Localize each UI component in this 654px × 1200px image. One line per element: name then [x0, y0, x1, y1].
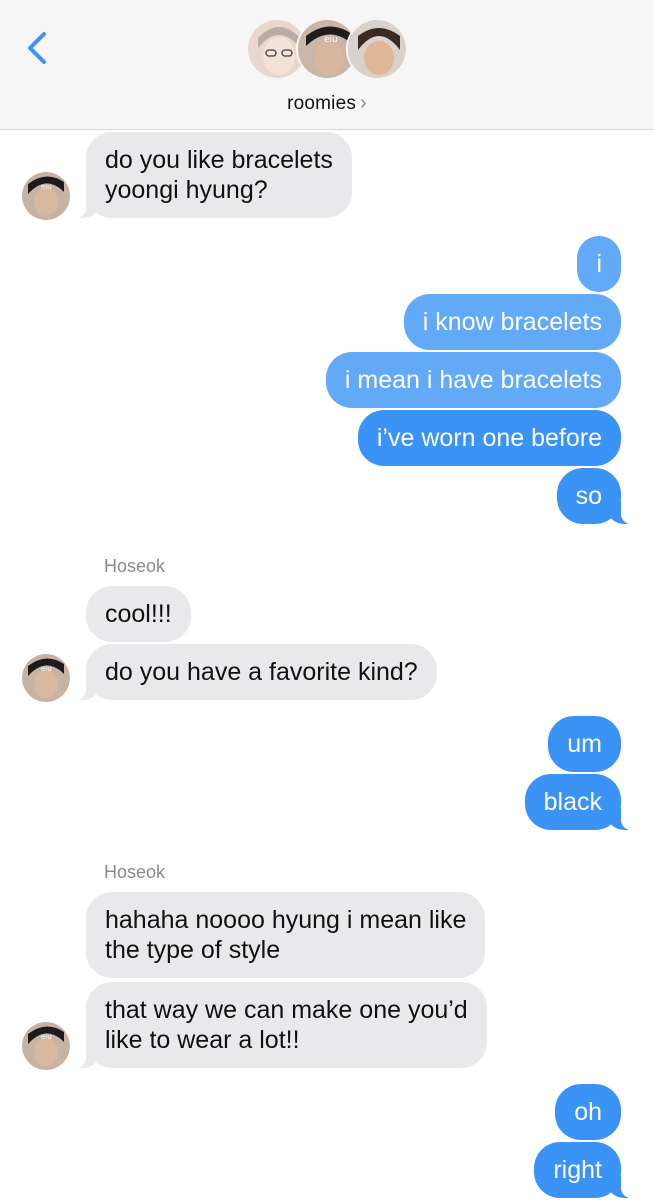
message-bubble-outgoing[interactable]: i mean i have bracelets [325, 352, 621, 408]
message-text: i [596, 250, 602, 278]
message-bubble-outgoing[interactable]: black [524, 774, 634, 830]
message-bubble-outgoing[interactable]: oh [555, 1084, 621, 1140]
group-name[interactable]: roomies › [0, 92, 654, 115]
message-text: so [575, 482, 602, 510]
message-bubble-incoming[interactable]: that way we can make one you’d like to w… [74, 982, 487, 1068]
message-text: i’ve worn one before [376, 424, 602, 452]
message-bubble-incoming[interactable]: do you like bracelets yoongi hyung? [74, 132, 352, 218]
svg-text:eiu: eiu [324, 35, 338, 45]
sender-name: Hoseok [104, 862, 166, 882]
contact-avatar[interactable]: eiu [22, 1022, 70, 1070]
message-bubble-outgoing[interactable]: so [556, 468, 634, 524]
message-bubble-incoming[interactable]: hahaha noooo hyung i mean like the type … [86, 892, 486, 978]
back-button[interactable] [22, 28, 54, 68]
message-text: cool!!! [105, 600, 172, 628]
svg-text:eiu: eiu [41, 665, 52, 673]
message-bubble-incoming[interactable]: do you have a favorite kind? [74, 644, 437, 700]
message-text: like to wear a lot!! [105, 1026, 300, 1054]
message-bubble-outgoing[interactable]: i [577, 236, 621, 292]
svg-text:eiu: eiu [41, 183, 52, 191]
message-bubble-outgoing[interactable]: um [548, 716, 621, 772]
avatar [346, 18, 408, 80]
message-bubble-outgoing[interactable]: i know bracelets [403, 294, 621, 350]
message-text: right [553, 1156, 602, 1184]
message-text: hahaha noooo hyung i mean like [105, 906, 467, 934]
message-text: the type of style [105, 936, 281, 964]
message-text: i mean i have bracelets [344, 366, 602, 394]
contact-avatar[interactable]: eiu [22, 654, 70, 702]
message-text: i know bracelets [422, 308, 602, 336]
message-text: yoongi hyung? [105, 176, 268, 204]
group-avatars[interactable]: eiu [246, 18, 408, 84]
chevron-left-icon [28, 32, 46, 64]
svg-text:eiu: eiu [41, 1033, 52, 1041]
chevron-right-icon: › [360, 92, 367, 114]
conversation-header: eiu roomies › [0, 0, 654, 130]
message-bubble-outgoing[interactable]: i’ve worn one before [357, 410, 621, 466]
sender-name: Hoseok [104, 556, 166, 576]
message-text: do you like bracelets [105, 146, 333, 174]
message-bubble-incoming[interactable]: cool!!! [86, 586, 191, 642]
message-text: that way we can make one you’d [105, 996, 468, 1024]
message-text: do you have a favorite kind? [105, 658, 418, 686]
group-name-label: roomies [287, 93, 357, 114]
message-bubble-outgoing[interactable]: right [534, 1142, 633, 1198]
message-text: um [567, 730, 602, 758]
contact-avatar[interactable]: eiu [22, 172, 70, 220]
message-text: oh [574, 1098, 602, 1126]
message-text: black [543, 788, 602, 816]
